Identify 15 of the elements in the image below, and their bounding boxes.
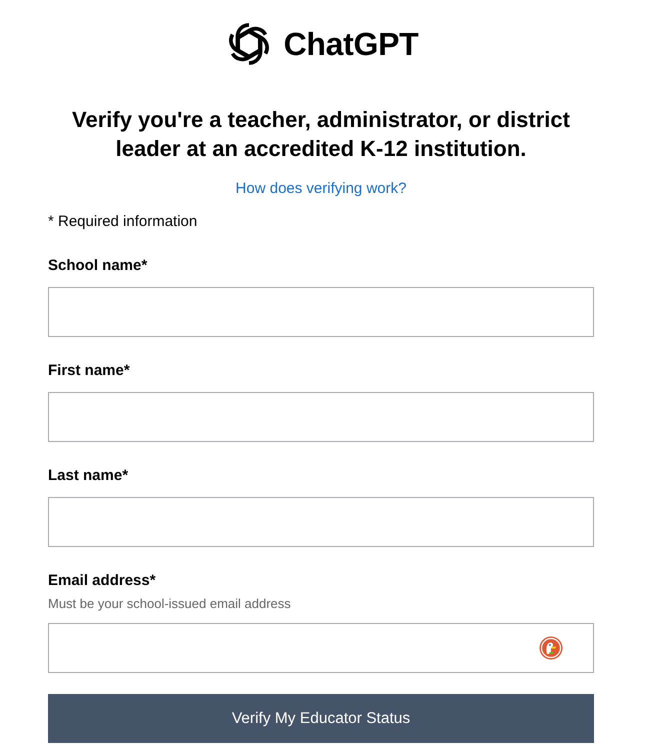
- input-field[interactable]: [48, 287, 594, 337]
- field-label: Email address*: [48, 571, 156, 591]
- help-link[interactable]: How does verifying work?: [236, 179, 406, 199]
- field-label: First name*: [48, 361, 130, 381]
- field-label: School name*: [48, 256, 148, 276]
- duck-icon[interactable]: [539, 636, 563, 660]
- field-hint: Must be your school-issued email address: [48, 595, 291, 613]
- required-note: * Required information: [48, 212, 198, 232]
- logo-wordmark: ChatGPT: [284, 25, 418, 63]
- page-heading: Verify you're a teacher, administrator, or district leader at an accredited K-12 institution.: [71, 106, 571, 163]
- field-label: Last name*: [48, 466, 128, 486]
- input-field[interactable]: [48, 623, 594, 673]
- submit-button[interactable]: Verify My Educator Status: [48, 694, 594, 743]
- input-field[interactable]: [48, 497, 594, 547]
- input-field[interactable]: [48, 392, 594, 442]
